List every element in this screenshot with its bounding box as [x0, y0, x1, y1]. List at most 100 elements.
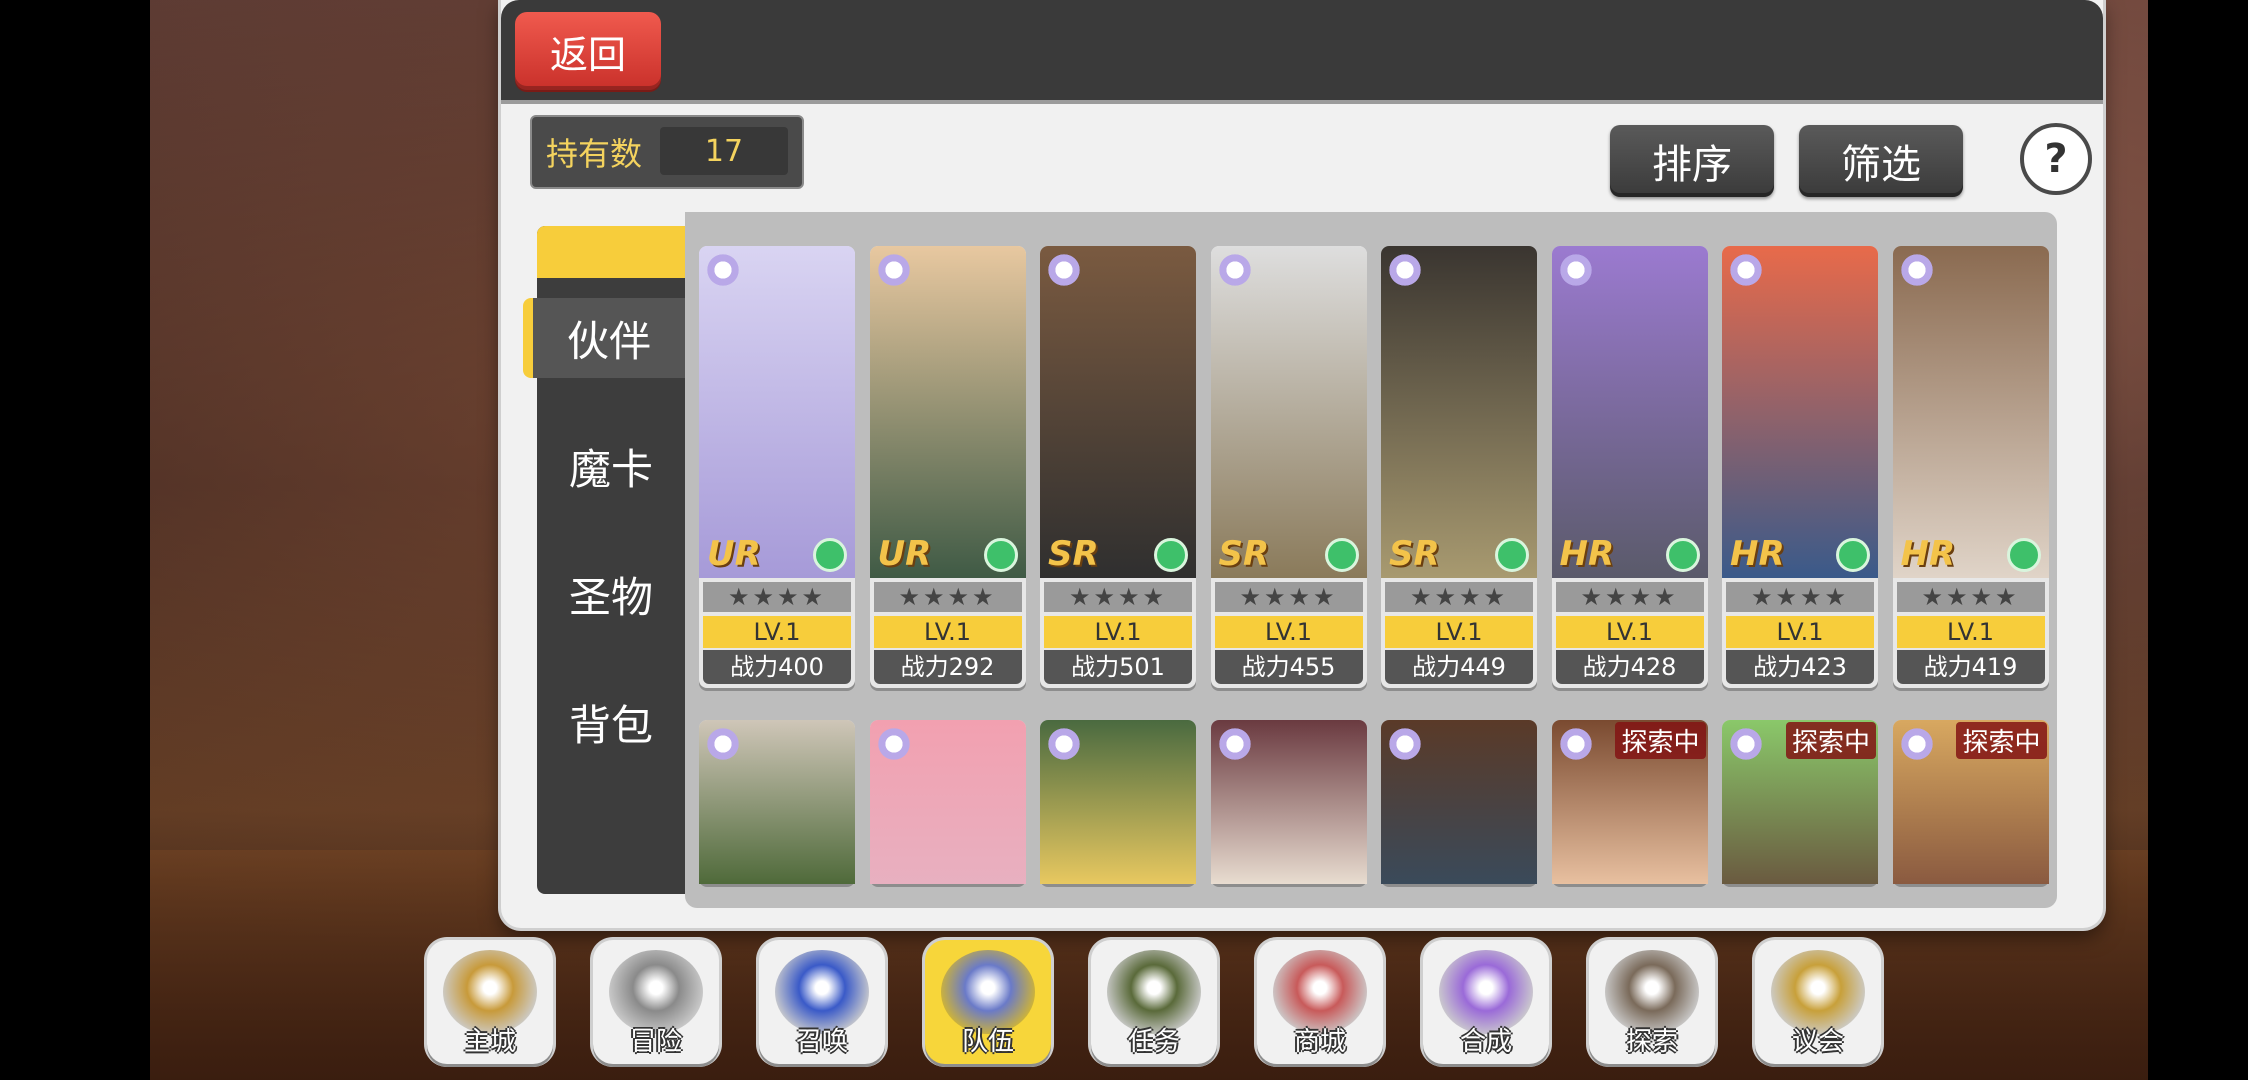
rank-crystal-icon: [703, 724, 743, 764]
character-card[interactable]: SR ★★★★ LV.1 战力449: [1381, 246, 1537, 688]
star-rating: ★★★★: [1044, 582, 1192, 612]
exploring-status-badge: 探索中: [1615, 722, 1706, 759]
level-label: LV.1: [1214, 616, 1363, 648]
character-card[interactable]: UR ★★★★ LV.1 战力400: [699, 246, 855, 688]
character-portrait: [869, 720, 1026, 884]
character-card[interactable]: [1210, 720, 1367, 884]
star-rating: ★★★★: [1214, 582, 1363, 612]
rank-crystal-icon: [1896, 250, 1937, 290]
power-label: 战力501: [1044, 650, 1192, 684]
help-button[interactable]: ?: [2020, 123, 2092, 195]
star-rating: ★★★★: [1896, 582, 2045, 612]
character-portrait: [1381, 720, 1537, 884]
rank-crystal-icon: [1555, 250, 1596, 290]
rank-crystal-icon: [1555, 724, 1596, 764]
nav-button[interactable]: 任务: [1091, 940, 1217, 1064]
nav-button[interactable]: 冒险: [593, 940, 719, 1064]
level-label: LV.1: [1385, 616, 1533, 648]
character-card[interactable]: [699, 720, 855, 884]
power-label: 战力455: [1214, 650, 1363, 684]
side-tab-accent: [537, 226, 685, 278]
rank-crystal-icon: [1214, 724, 1255, 764]
rarity-badge: HR: [1900, 534, 1956, 574]
nav-label: 队伍: [961, 1027, 1014, 1057]
star-rating: ★★★★: [1385, 582, 1533, 612]
character-portrait: UR: [869, 246, 1026, 578]
character-card[interactable]: HR ★★★★ LV.1 战力419: [1892, 246, 2049, 688]
class-type-icon: [1154, 538, 1188, 572]
power-label: 战力292: [873, 650, 1022, 684]
nav-label: 合成: [1459, 1027, 1512, 1057]
nav-label: 商城: [1293, 1027, 1346, 1057]
top-bar: 返回: [501, 0, 2103, 104]
exploring-status-badge: 探索中: [1785, 722, 1876, 759]
character-portrait: [1040, 720, 1196, 884]
rank-crystal-icon: [1044, 724, 1084, 764]
back-button[interactable]: 返回: [515, 12, 661, 90]
tab-relics[interactable]: 圣物: [537, 554, 685, 634]
level-label: LV.1: [873, 616, 1022, 648]
character-portrait: SR: [1381, 246, 1537, 578]
character-card[interactable]: 探索中: [1551, 720, 1708, 884]
character-portrait: HR: [1722, 246, 1878, 578]
tab-partners[interactable]: 伙伴: [523, 298, 685, 378]
star-rating: ★★★★: [1555, 582, 1704, 612]
rank-crystal-icon: [1385, 250, 1425, 290]
rarity-badge: HR: [1730, 534, 1785, 574]
character-card[interactable]: 探索中: [1722, 720, 1878, 884]
class-type-icon: [813, 538, 847, 572]
character-portrait: [1210, 720, 1367, 884]
class-type-icon: [2006, 538, 2041, 572]
level-label: LV.1: [1896, 616, 2045, 648]
tab-backpack[interactable]: 背包: [537, 682, 685, 762]
rank-crystal-icon: [1385, 724, 1425, 764]
rank-crystal-icon: [1214, 250, 1255, 290]
star-rating: ★★★★: [873, 582, 1022, 612]
star-rating: ★★★★: [703, 582, 851, 612]
nav-label: 探索: [1625, 1027, 1678, 1057]
character-portrait: HR: [1892, 246, 2049, 578]
holdings-count: 17: [660, 127, 788, 175]
class-type-icon: [1324, 538, 1359, 572]
nav-button[interactable]: 议会: [1755, 940, 1881, 1064]
nav-button[interactable]: 召唤: [759, 940, 885, 1064]
rarity-badge: SR: [1218, 534, 1270, 574]
class-type-icon: [983, 538, 1018, 572]
rank-crystal-icon: [703, 250, 743, 290]
power-label: 战力428: [1555, 650, 1704, 684]
filter-button[interactable]: 筛选: [1799, 125, 1963, 197]
character-card[interactable]: 探索中: [1892, 720, 2049, 884]
class-type-icon: [1836, 538, 1870, 572]
nav-button[interactable]: 主城: [427, 940, 553, 1064]
level-label: LV.1: [703, 616, 851, 648]
rarity-badge: UR: [877, 534, 932, 574]
nav-label: 召唤: [795, 1027, 848, 1057]
nav-button[interactable]: 队伍: [925, 940, 1051, 1064]
nav-button[interactable]: 商城: [1257, 940, 1383, 1064]
power-label: 战力419: [1896, 650, 2045, 684]
nav-button[interactable]: 探索: [1589, 940, 1715, 1064]
level-label: LV.1: [1726, 616, 1874, 648]
character-portrait: HR: [1551, 246, 1708, 578]
sort-button[interactable]: 排序: [1610, 125, 1774, 197]
class-type-icon: [1495, 538, 1529, 572]
character-card[interactable]: [1040, 720, 1196, 884]
character-card[interactable]: [1381, 720, 1537, 884]
rank-crystal-icon: [1044, 250, 1084, 290]
character-card[interactable]: HR ★★★★ LV.1 战力423: [1722, 246, 1878, 688]
holdings-label: 持有数: [546, 135, 643, 173]
tab-magic-cards[interactable]: 魔卡: [537, 426, 685, 506]
character-grid: UR ★★★★ LV.1 战力400 UR ★★★★ LV.1 战力292 SR…: [685, 212, 2057, 908]
character-card[interactable]: UR ★★★★ LV.1 战力292: [869, 246, 1026, 688]
character-card[interactable]: HR ★★★★ LV.1 战力428: [1551, 246, 1708, 688]
rank-crystal-icon: [873, 724, 914, 764]
character-card[interactable]: [869, 720, 1026, 884]
nav-label: 议会: [1791, 1027, 1844, 1057]
holdings-box: 持有数 17: [530, 115, 804, 189]
nav-button[interactable]: 合成: [1423, 940, 1549, 1064]
character-card[interactable]: SR ★★★★ LV.1 战力455: [1210, 246, 1367, 688]
level-label: LV.1: [1555, 616, 1704, 648]
nav-label: 任务: [1127, 1027, 1180, 1057]
character-card[interactable]: SR ★★★★ LV.1 战力501: [1040, 246, 1196, 688]
rarity-badge: UR: [707, 534, 761, 574]
